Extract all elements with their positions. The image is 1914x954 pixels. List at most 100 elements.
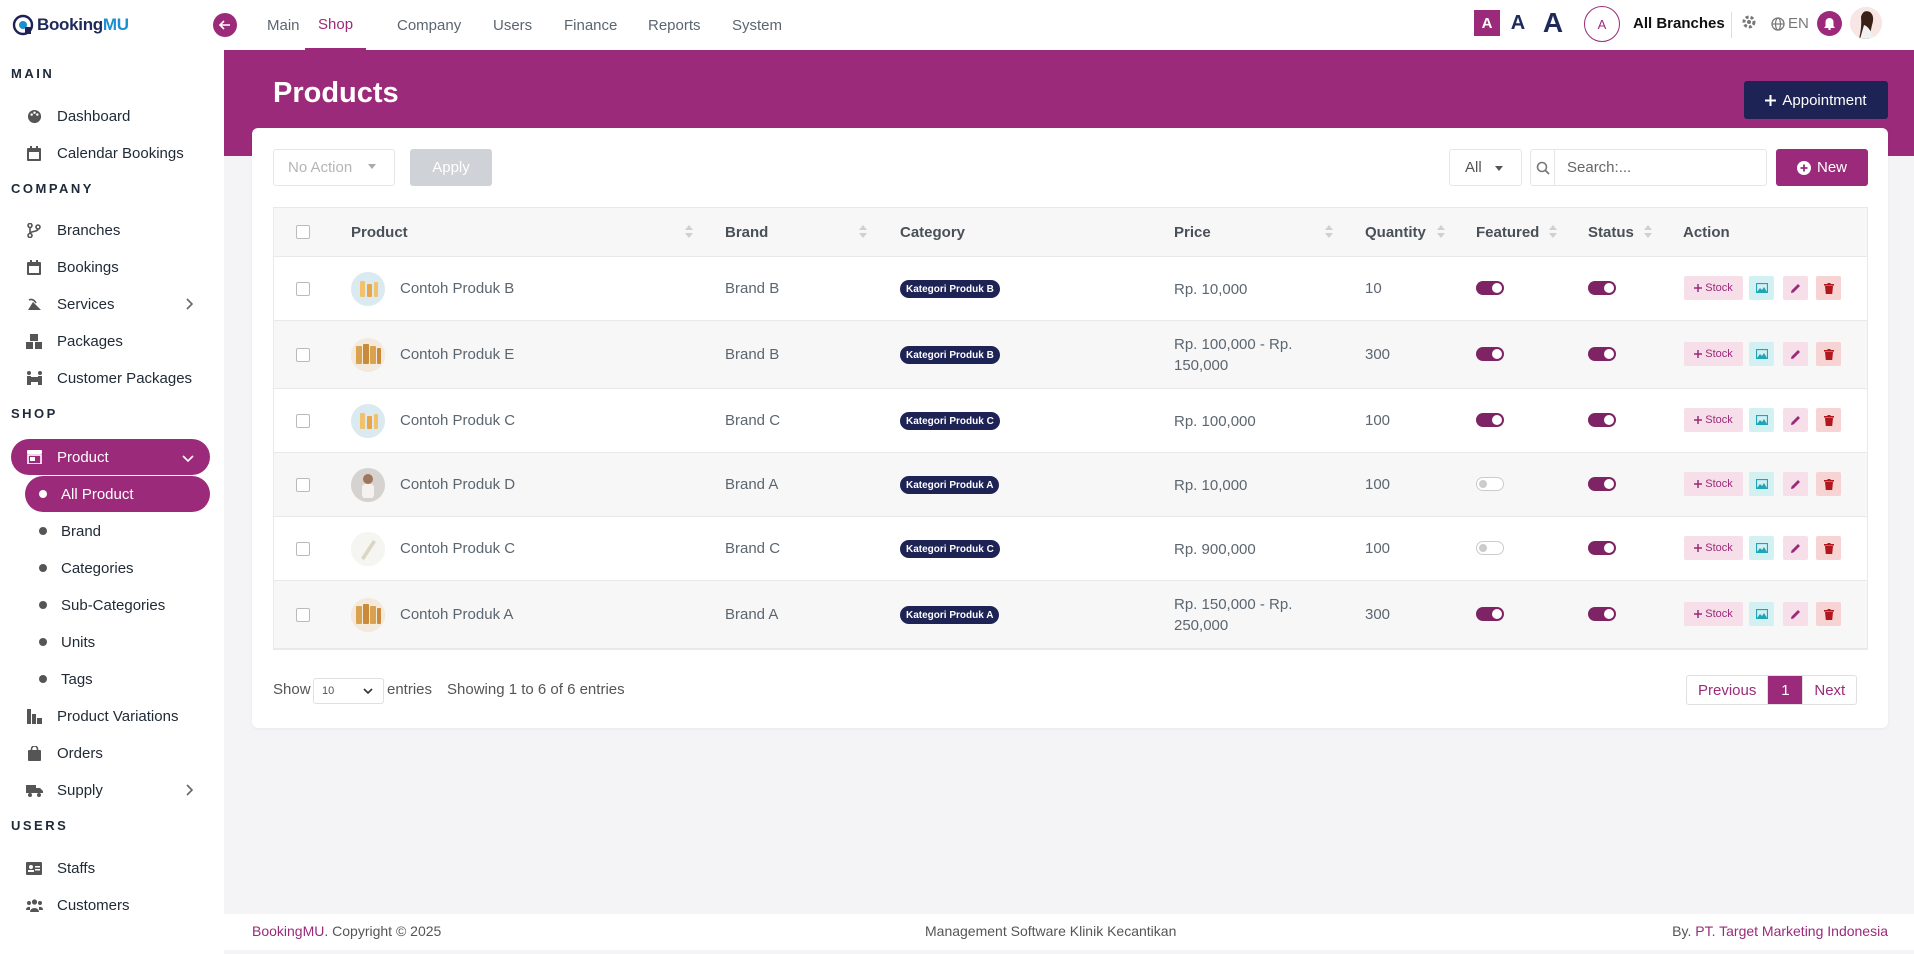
status-toggle[interactable] [1588,607,1616,621]
search-input[interactable] [1555,150,1766,185]
delete-button[interactable] [1816,472,1841,496]
row-checkbox[interactable] [296,478,310,492]
sidebar-subitem-units[interactable]: Units [25,624,210,660]
images-button[interactable] [1749,408,1774,432]
product-name[interactable]: Contoh Produk A [400,606,513,623]
tab-company[interactable]: Company [397,0,461,50]
images-button[interactable] [1749,536,1774,560]
edit-button[interactable] [1783,602,1808,626]
column-header-price[interactable]: Price [1174,208,1211,257]
tab-reports[interactable]: Reports [648,0,701,50]
product-name[interactable]: Contoh Produk C [400,412,515,429]
add-stock-button[interactable]: Stock [1684,408,1743,432]
branch-selector[interactable]: All Branches [1633,15,1725,32]
footer-company-link[interactable]: PT. Target Marketing Indonesia [1695,923,1888,939]
sidebar-subitem-categories[interactable]: Categories [25,550,210,586]
tab-finance[interactable]: Finance [564,0,617,50]
delete-button[interactable] [1816,536,1841,560]
font-size-medium-button[interactable]: A [1505,10,1531,36]
sidebar-subitem-brand[interactable]: Brand [25,513,210,549]
footer-brand-link[interactable]: BookingMU [252,923,324,939]
collapse-sidebar-button[interactable] [213,13,237,37]
status-toggle[interactable] [1588,281,1616,295]
featured-toggle[interactable] [1476,413,1504,427]
column-header-brand[interactable]: Brand [725,208,768,257]
sidebar-item-bookings[interactable]: Bookings [11,249,210,285]
column-header-featured[interactable]: Featured [1476,208,1539,257]
add-appointment-button[interactable]: Appointment [1744,81,1888,119]
sort-icon[interactable] [1549,225,1557,239]
entries-per-page-select[interactable]: 10 [313,678,384,704]
featured-toggle[interactable] [1476,477,1504,491]
sidebar-item-orders[interactable]: Orders [11,735,210,771]
add-stock-button[interactable]: Stock [1684,342,1743,366]
sort-icon[interactable] [685,225,693,239]
sidebar-item-services[interactable]: Services [11,286,210,322]
bulk-action-select[interactable]: No Action [273,149,395,186]
product-name[interactable]: Contoh Produk D [400,476,515,493]
delete-button[interactable] [1816,276,1841,300]
product-name[interactable]: Contoh Produk B [400,280,514,297]
delete-button[interactable] [1816,602,1841,626]
edit-button[interactable] [1783,342,1808,366]
sidebar-item-dashboard[interactable]: Dashboard [11,98,210,134]
status-toggle[interactable] [1588,413,1616,427]
sidebar-subitem-sub-categories[interactable]: Sub-Categories [25,587,210,623]
filter-select[interactable]: All [1449,149,1522,186]
status-toggle[interactable] [1588,477,1616,491]
product-name[interactable]: Contoh Produk C [400,540,515,557]
sort-icon[interactable] [1644,225,1652,239]
row-checkbox[interactable] [296,414,310,428]
column-header-quantity[interactable]: Quantity [1365,208,1426,257]
images-button[interactable] [1749,342,1774,366]
sidebar-item-supply[interactable]: Supply [11,772,210,808]
add-stock-button[interactable]: Stock [1684,602,1743,626]
row-checkbox[interactable] [296,282,310,296]
edit-button[interactable] [1783,408,1808,432]
featured-toggle[interactable] [1476,541,1504,555]
column-header-product[interactable]: Product [351,208,408,257]
row-checkbox[interactable] [296,608,310,622]
apply-button[interactable]: Apply [410,149,492,186]
column-header-status[interactable]: Status [1588,208,1634,257]
previous-page-button[interactable]: Previous [1687,676,1769,704]
app-logo[interactable]: BookingMU [12,12,129,38]
sidebar-item-staffs[interactable]: Staffs [11,850,210,886]
tab-users[interactable]: Users [493,0,532,50]
sort-icon[interactable] [1437,225,1445,239]
font-size-large-button[interactable]: A [1536,6,1570,40]
row-checkbox[interactable] [296,542,310,556]
images-button[interactable] [1749,602,1774,626]
sidebar-item-product[interactable]: Product [11,439,210,475]
gear-icon[interactable] [1741,14,1759,32]
featured-toggle[interactable] [1476,347,1504,361]
sidebar-item-packages[interactable]: Packages [11,323,210,359]
user-avatar[interactable] [1850,7,1882,39]
featured-toggle[interactable] [1476,607,1504,621]
page-button-current[interactable]: 1 [1768,676,1803,704]
status-toggle[interactable] [1588,347,1616,361]
product-name[interactable]: Contoh Produk E [400,346,514,363]
sort-icon[interactable] [859,225,867,239]
sidebar-item-branches[interactable]: Branches [11,212,210,248]
add-stock-button[interactable]: Stock [1684,276,1743,300]
delete-button[interactable] [1816,408,1841,432]
tab-system[interactable]: System [732,0,782,50]
tab-shop[interactable]: Shop [305,0,367,50]
branch-avatar[interactable]: A [1584,6,1620,42]
row-checkbox[interactable] [296,348,310,362]
status-toggle[interactable] [1588,541,1616,555]
next-page-button[interactable]: Next [1802,676,1856,704]
images-button[interactable] [1749,472,1774,496]
notifications-button[interactable] [1817,11,1842,36]
new-product-button[interactable]: New [1776,149,1868,186]
add-stock-button[interactable]: Stock [1684,472,1743,496]
sidebar-item-customer-packages[interactable]: Customer Packages [11,360,210,396]
sidebar-item-product-variations[interactable]: Product Variations [11,698,210,734]
delete-button[interactable] [1816,342,1841,366]
sidebar-item-calendar-bookings[interactable]: Calendar Bookings [11,135,210,171]
edit-button[interactable] [1783,472,1808,496]
language-selector[interactable]: EN [1771,15,1809,32]
font-size-small-button[interactable]: A [1474,10,1500,36]
sidebar-item-customers[interactable]: Customers [11,887,210,923]
